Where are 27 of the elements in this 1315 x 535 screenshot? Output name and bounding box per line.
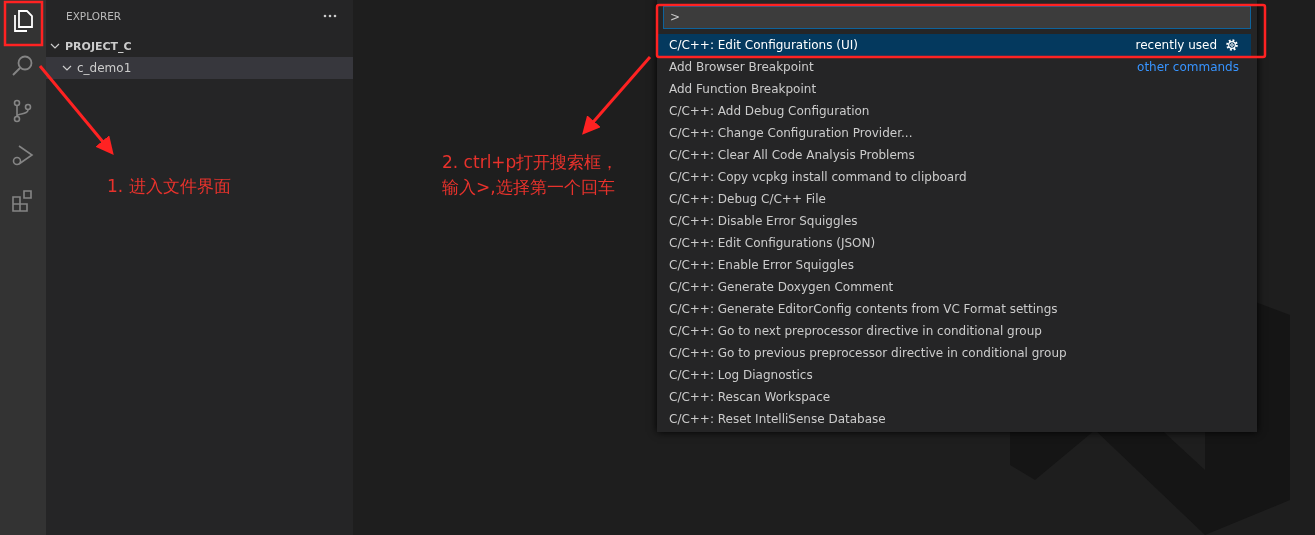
command-item[interactable]: C/C++: Go to next preprocessor directive in conditional group — [657, 320, 1251, 342]
command-item[interactable]: C/C++: Edit Configurations (JSON) — [657, 232, 1251, 254]
command-item[interactable]: C/C++: Enable Error Squiggles — [657, 254, 1251, 276]
command-item[interactable]: Add Browser Breakpoint other commands — [657, 56, 1251, 78]
tree-item[interactable]: c_demo1 — [46, 57, 353, 79]
command-item[interactable]: C/C++: Change Configuration Provider... — [657, 122, 1251, 144]
group-label: recently used — [1135, 38, 1217, 52]
annotation-text: 2. ctrl+p打开搜索框， — [442, 151, 619, 174]
command-item[interactable]: C/C++: Rescan Workspace — [657, 386, 1251, 408]
annotation-text: 输入>,选择第一个回车 — [442, 176, 615, 199]
command-item[interactable]: C/C++: Log Diagnostics — [657, 364, 1251, 386]
command-item[interactable]: C/C++: Generate Doxygen Comment — [657, 276, 1251, 298]
command-item[interactable]: C/C++: Disable Error Squiggles — [657, 210, 1251, 232]
annotation-text: 1. 进入文件界面 — [107, 175, 231, 198]
command-item[interactable]: C/C++: Clear All Code Analysis Problems — [657, 144, 1251, 166]
command-item[interactable]: C/C++: Go to previous preprocessor directive in conditional group — [657, 342, 1251, 364]
command-item[interactable]: C/C++: Reset IntelliSense Database — [657, 408, 1251, 430]
command-input[interactable]: > — [663, 6, 1251, 29]
group-label: other commands — [1137, 60, 1239, 74]
command-item[interactable]: C/C++: Edit Configurations (UI) recently used — [657, 34, 1251, 56]
command-item[interactable]: C/C++: Debug C/C++ File — [657, 188, 1251, 210]
command-item[interactable]: C/C++: Generate EditorConfig contents from VC Format settings — [657, 298, 1251, 320]
command-item[interactable]: C/C++: Copy vcpkg install command to clipboard — [657, 166, 1251, 188]
tree-item[interactable]: PROJECT_C — [46, 35, 353, 57]
sidebar-title: EXPLORER — [66, 10, 122, 22]
command-item[interactable]: C/C++: Add Debug Configuration — [657, 100, 1251, 122]
command-item[interactable]: Add Function Breakpoint — [657, 78, 1251, 100]
